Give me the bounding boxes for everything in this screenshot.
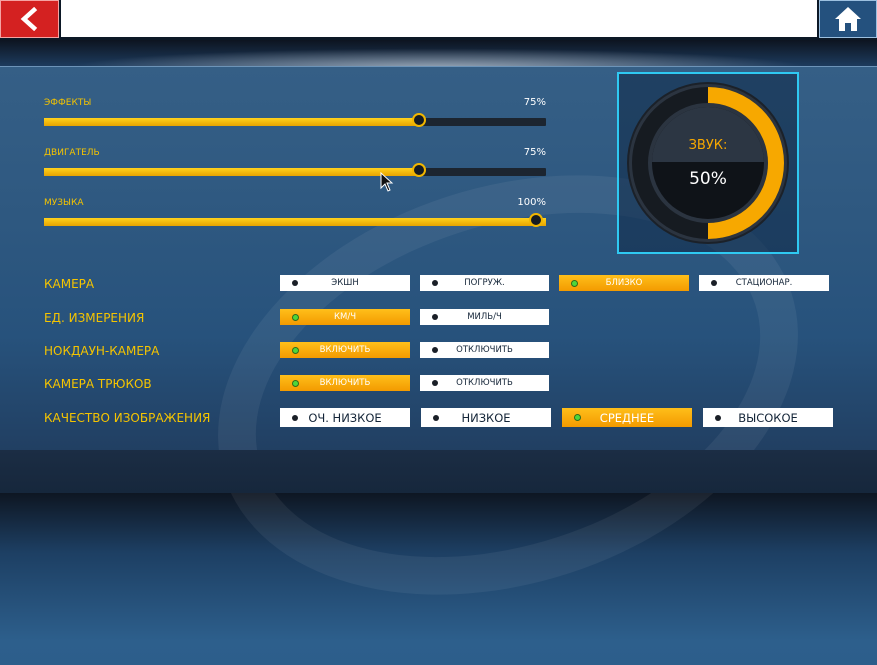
option-button[interactable]: ОТКЛЮЧИТЬ xyxy=(420,342,549,358)
setting-label: НОКДАУН-КАМЕРА xyxy=(44,344,160,358)
radio-dot-icon xyxy=(292,346,299,354)
slider-label: ЭФФЕКТЫ xyxy=(44,98,92,108)
radio-dot-icon xyxy=(292,280,298,286)
chevron-left-icon xyxy=(20,7,37,31)
slider-label: ДВИГАТЕЛЬ xyxy=(44,148,100,158)
option-label: ОЧ. НИЗКОЕ xyxy=(308,410,382,425)
slider-thumb[interactable] xyxy=(411,113,426,127)
option-label: ЭКШН xyxy=(331,278,359,288)
option-button[interactable]: ВКЛЮЧИТЬ xyxy=(280,375,410,391)
option-label: НИЗКОЕ xyxy=(461,410,511,425)
radio-dot-icon xyxy=(292,414,298,421)
sound-gauge: ЗВУК: 50% xyxy=(617,72,799,254)
slider-track[interactable] xyxy=(44,213,546,227)
option-button[interactable]: БЛИЗКО xyxy=(559,275,689,291)
option-label: ОТКЛЮЧИТЬ xyxy=(456,378,513,388)
option-label: СРЕДНЕЕ xyxy=(599,410,655,425)
back-button[interactable] xyxy=(0,0,59,38)
slider-thumb[interactable] xyxy=(411,163,426,177)
title-field xyxy=(61,0,817,37)
option-button[interactable]: ОЧ. НИЗКОЕ xyxy=(280,408,410,427)
setting-label: КАЧЕСТВО ИЗОБРАЖЕНИЯ xyxy=(44,411,211,425)
radio-dot-icon xyxy=(433,414,439,421)
option-button[interactable]: ПОГРУЖ. xyxy=(420,275,549,291)
radio-dot-icon xyxy=(432,380,438,386)
radio-dot-icon xyxy=(715,414,721,421)
option-button[interactable]: ВЫСОКОЕ xyxy=(703,408,833,427)
radio-dot-icon xyxy=(571,279,578,287)
slider-value: 75% xyxy=(523,147,546,158)
slider-fill xyxy=(44,168,421,176)
option-button[interactable]: СТАЦИОНАР. xyxy=(699,275,829,291)
option-button[interactable]: НИЗКОЕ xyxy=(421,408,551,427)
slider-value: 100% xyxy=(517,197,546,208)
gauge-value: 50% xyxy=(689,169,727,189)
gauge-dial: ЗВУК: 50% xyxy=(627,82,789,244)
option-label: ВКЛЮЧИТЬ xyxy=(319,345,371,355)
option-label: ВЫСОКОЕ xyxy=(738,410,798,425)
top-bar xyxy=(0,0,877,40)
radio-dot-icon xyxy=(432,347,438,353)
home-button[interactable] xyxy=(819,0,877,38)
option-button[interactable]: ВКЛЮЧИТЬ xyxy=(280,342,410,358)
option-label: ОТКЛЮЧИТЬ xyxy=(456,345,513,355)
option-label: СТАЦИОНАР. xyxy=(735,278,793,288)
setting-label: КАМЕРА ТРЮКОВ xyxy=(44,377,152,391)
radio-dot-icon xyxy=(432,314,438,320)
option-label: ПОГРУЖ. xyxy=(464,278,505,288)
radio-dot-icon xyxy=(574,414,581,421)
mouse-cursor-icon xyxy=(380,172,394,192)
option-label: КМ/Ч xyxy=(333,312,357,322)
option-button[interactable]: ОТКЛЮЧИТЬ xyxy=(420,375,549,391)
radio-dot-icon xyxy=(292,379,299,387)
radio-dot-icon xyxy=(711,280,717,286)
slider-fill xyxy=(44,218,546,226)
option-button[interactable]: ЭКШН xyxy=(280,275,410,291)
header-sheen xyxy=(0,40,877,68)
slider-thumb[interactable] xyxy=(529,213,543,227)
gauge-label: ЗВУК: xyxy=(689,138,728,153)
option-label: ВКЛЮЧИТЬ xyxy=(319,378,371,388)
bottom-bar xyxy=(0,450,877,493)
radio-dot-icon xyxy=(432,280,438,286)
home-icon xyxy=(835,7,861,31)
setting-label: КАМЕРА xyxy=(44,277,95,291)
option-button[interactable]: СРЕДНЕЕ xyxy=(562,408,692,427)
option-button[interactable]: МИЛЬ/Ч xyxy=(420,309,549,325)
option-button[interactable]: КМ/Ч xyxy=(280,309,410,325)
option-label: БЛИЗКО xyxy=(605,278,643,288)
slider-value: 75% xyxy=(523,97,546,108)
setting-label: ЕД. ИЗМЕРЕНИЯ xyxy=(44,311,145,325)
slider-fill xyxy=(44,118,421,126)
slider-label: МУЗЫКА xyxy=(44,198,84,208)
slider-track[interactable] xyxy=(44,113,546,127)
radio-dot-icon xyxy=(292,313,299,321)
option-label: МИЛЬ/Ч xyxy=(467,312,502,322)
slider-track[interactable] xyxy=(44,163,546,177)
